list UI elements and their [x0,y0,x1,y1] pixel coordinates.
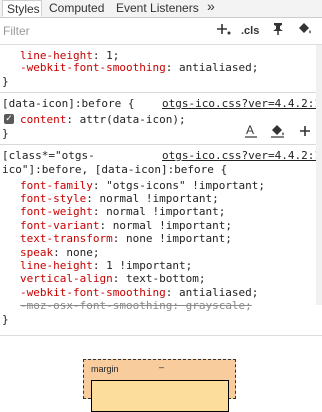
rule2-source-link[interactable]: otgs-ico.css?ver=4.4.2:1 [162,98,321,110]
property-value[interactable]: 1 !important; [106,259,192,272]
new-style-rule-dot-icon [227,28,231,37]
rule3-decl[interactable]: font-style: normal !important; [20,193,219,205]
rule3-decl[interactable]: text-transform: none !important; [20,233,232,245]
rule-divider [0,144,316,145]
property-value[interactable]: grayscale; [186,299,252,312]
property-name[interactable]: -moz-osx-font-smoothing [20,299,172,312]
plus-icon[interactable] [299,124,311,141]
rule3-close-brace: } [2,313,9,326]
paint-bucket-icon[interactable] [297,22,313,39]
property-value[interactable]: normal !important; [106,205,225,218]
devtools-tab-bar: Styles Computed Event Listeners » [0,0,322,18]
rule1-decl-font-smoothing[interactable]: -webkit-font-smoothing: antialiased; [20,62,258,74]
svg-text:A: A [246,124,254,137]
rule2-selector[interactable]: [data-icon]:before { [2,98,134,110]
property-value[interactable]: antialiased; [179,61,258,74]
property-value[interactable]: none; [66,246,99,259]
box-model-border[interactable] [91,380,229,412]
margin-label: margin [91,364,119,374]
box-model-pane: margin – [0,335,322,412]
rule-divider [0,92,316,93]
tab-event-listeners-label: Event Listeners [116,1,199,15]
rule1-close-brace: } [2,75,9,88]
rule3-decl[interactable]: vertical-align: text-bottom; [20,273,205,285]
property-enabled-checkbox[interactable]: ✓ [4,114,14,124]
property-name[interactable]: speak [20,246,53,259]
rule3-decl[interactable]: font-weight: normal !important; [20,206,225,218]
filter-input[interactable]: Filter [3,24,30,38]
property-value[interactable]: "otgs-icons" !important; [106,179,265,192]
rule3-decl[interactable]: speak: none; [20,247,100,259]
text-underline-icon[interactable]: A [244,123,258,141]
property-name[interactable]: font-style [20,192,86,205]
tab-computed[interactable]: Computed [49,0,104,17]
property-name[interactable]: text-transform [20,232,113,245]
tab-event-listeners[interactable]: Event Listeners [116,0,199,17]
property-name[interactable]: font-family [20,179,93,192]
rule1-tail-fragment [0,38,7,50]
property-name[interactable]: -webkit-font-smoothing [20,286,166,299]
box-model-margin[interactable]: margin – [83,359,236,412]
styles-scrollbar[interactable] [316,45,322,305]
property-value[interactable]: attr(data-icon); [80,113,186,126]
property-name[interactable]: line-height [20,259,93,272]
styles-filter-bar: Filter .cls [0,18,322,45]
margin-value[interactable]: – [159,362,164,372]
rule3-decl[interactable]: font-family: "otgs-icons" !important; [20,180,265,192]
rule3-selector-line1[interactable]: [class*="otgs- [2,150,95,162]
property-name[interactable]: font-variant [20,219,99,232]
rule3-decl[interactable]: -webkit-font-smoothing: antialiased; [20,287,258,299]
property-value[interactable]: text-bottom; [126,272,205,285]
rule3-selector-line2[interactable]: ico"]:before, [data-icon]:before { [2,164,227,176]
rule2-decl-content[interactable]: content: attr(data-icon); [20,114,186,126]
property-name[interactable]: font-weight [20,205,93,218]
tab-styles-label: Styles [7,2,40,16]
paint-bucket-icon[interactable] [270,124,286,141]
property-value[interactable]: antialiased; [179,286,258,299]
rule3-decl[interactable]: font-variant: normal !important; [20,220,232,232]
property-value[interactable]: normal !important; [113,219,232,232]
more-tabs-chevron-icon[interactable]: » [207,0,215,14]
rule3-source-link[interactable]: otgs-ico.css?ver=4.4.2:1 [162,150,321,162]
property-name[interactable]: content [20,113,66,126]
tab-styles[interactable]: Styles [2,0,42,17]
tab-computed-label: Computed [49,1,105,15]
rule2-close-brace: } [2,127,9,140]
rule3-decl-overridden[interactable]: -moz-osx-font-smoothing: grayscale; [20,300,252,312]
property-name[interactable]: -webkit-font-smoothing [20,61,166,74]
property-name[interactable]: vertical-align [20,272,113,285]
pin-icon[interactable] [272,22,284,39]
property-value[interactable]: normal !important; [99,192,218,205]
rule3-decl[interactable]: line-height: 1 !important; [20,260,192,272]
cls-button[interactable]: .cls [241,25,259,37]
property-value[interactable]: none !important; [126,232,232,245]
